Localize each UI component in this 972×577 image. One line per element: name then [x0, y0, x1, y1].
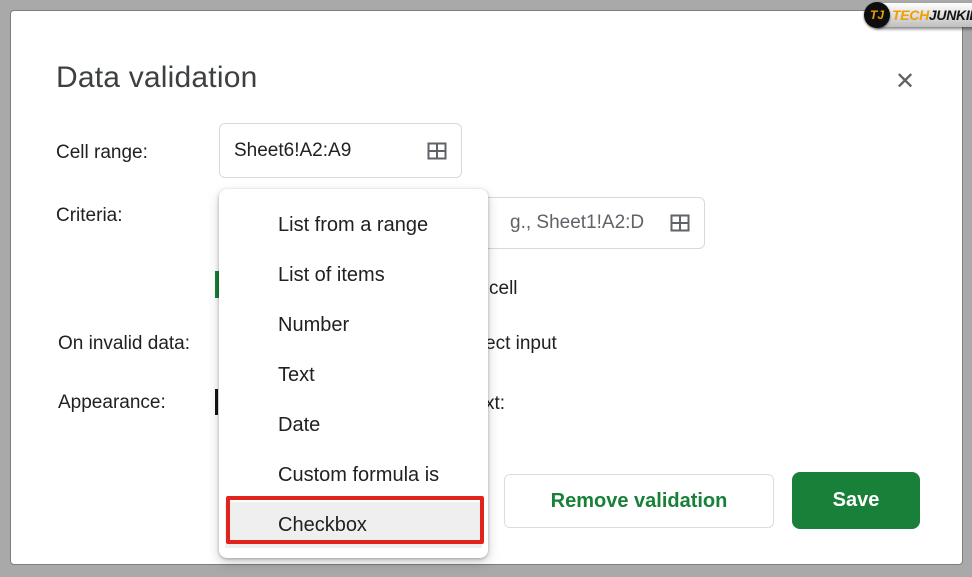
menu-item-date[interactable]: Date — [219, 400, 488, 450]
screenshot-frame: Data validation ✕ Cell range: Sheet6!A2:… — [0, 0, 972, 577]
on-invalid-data-label: On invalid data: — [58, 333, 190, 355]
remove-validation-button[interactable]: Remove validation — [504, 474, 774, 528]
techjunkie-word-tech: TECH — [892, 7, 929, 23]
close-button[interactable]: ✕ — [889, 65, 921, 97]
criteria-label: Criteria: — [56, 205, 123, 227]
menu-item-list-from-a-range[interactable]: List from a range — [219, 200, 488, 250]
close-icon: ✕ — [895, 67, 915, 96]
criteria-dropdown-menu: List from a range List of items Number T… — [219, 189, 488, 558]
appearance-label: Appearance: — [58, 392, 166, 414]
menu-item-checkbox[interactable]: Checkbox — [225, 502, 482, 548]
techjunkie-wordmark: TECHJUNKIE — [876, 3, 972, 27]
menu-item-custom-formula-is[interactable]: Custom formula is — [219, 450, 488, 500]
techjunkie-watermark: TJ TECHJUNKIE — [864, 2, 972, 28]
help-text-label-fragment: xt: — [485, 393, 505, 415]
menu-item-list-of-items[interactable]: List of items — [219, 250, 488, 300]
techjunkie-word-junkie: JUNKIE — [929, 7, 972, 23]
select-range-grid-icon[interactable] — [424, 139, 450, 163]
cell-range-input[interactable]: Sheet6!A2:A9 — [219, 123, 462, 178]
appearance-checkbox-edge[interactable] — [215, 389, 218, 415]
menu-item-number[interactable]: Number — [219, 300, 488, 350]
save-button[interactable]: Save — [792, 472, 920, 529]
page-title: Data validation — [56, 61, 257, 95]
techjunkie-initials: TJ — [870, 8, 884, 22]
show-dropdown-in-cell-label-fragment: cell — [489, 278, 518, 300]
cell-range-value: Sheet6!A2:A9 — [234, 140, 351, 162]
save-label: Save — [833, 489, 880, 512]
remove-validation-label: Remove validation — [551, 490, 728, 513]
data-validation-dialog: Data validation ✕ Cell range: Sheet6!A2:… — [10, 10, 963, 565]
criteria-range-placeholder: g., Sheet1!A2:D — [510, 212, 644, 234]
techjunkie-logo-icon: TJ — [864, 2, 890, 28]
cell-range-label: Cell range: — [56, 142, 148, 164]
reject-input-label-fragment: ect input — [485, 333, 557, 355]
menu-item-text[interactable]: Text — [219, 350, 488, 400]
criteria-select-range-grid-icon[interactable] — [667, 211, 693, 235]
